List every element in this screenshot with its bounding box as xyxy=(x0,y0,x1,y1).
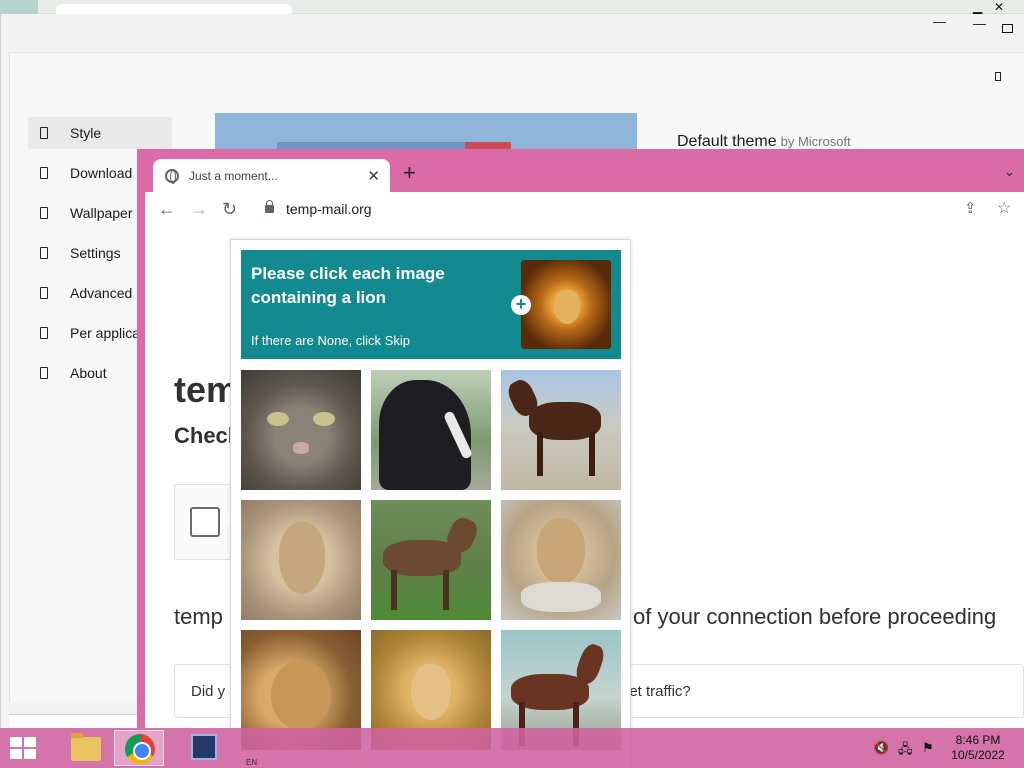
advanced-icon xyxy=(40,287,48,299)
background-window-strip xyxy=(0,0,1024,14)
sidebar-item-label: Per applica xyxy=(70,325,141,341)
captcha-prompt: Please click each image containing a lio… xyxy=(251,264,445,307)
verify-checkbox[interactable] xyxy=(190,507,220,537)
language-indicator[interactable]: EN xyxy=(246,758,257,767)
taskbar xyxy=(0,728,1024,768)
tab-just-a-moment[interactable]: Just a moment... ✕ xyxy=(153,159,390,192)
horizontal-scrollbar[interactable] xyxy=(9,714,137,728)
background-tab xyxy=(0,0,38,14)
captcha-tile-brown-horse[interactable] xyxy=(501,370,621,490)
maximize-icon[interactable] xyxy=(1002,24,1013,33)
address-bar[interactable]: temp-mail.org xyxy=(286,201,372,217)
chrome-taskbar-button[interactable] xyxy=(114,730,164,766)
per-application-icon xyxy=(40,327,48,339)
network-icon[interactable]: 🖧 xyxy=(898,740,913,762)
theme-author: by Microsoft xyxy=(780,134,851,149)
window-icon xyxy=(995,72,1001,81)
page-text-right: of your connection before proceeding xyxy=(633,604,997,629)
captcha-tile-lioness[interactable] xyxy=(241,500,361,620)
minimize-icon[interactable]: — xyxy=(933,14,946,29)
file-explorer-button[interactable] xyxy=(56,730,106,766)
theme-title: Default theme xyxy=(677,133,777,150)
bookmark-star-icon[interactable]: ☆ xyxy=(997,200,1011,218)
chevron-down-icon[interactable]: ⌄ xyxy=(1004,164,1015,180)
info-text-left: Did y xyxy=(191,683,226,700)
action-center-icon[interactable]: ⚑ xyxy=(922,740,934,756)
captcha-sample-image xyxy=(521,260,611,349)
volume-muted-icon[interactable]: 🔇 xyxy=(873,740,889,756)
clock-date: 10/5/2022 xyxy=(951,748,1005,762)
globe-icon xyxy=(165,168,179,184)
background-address-bar xyxy=(56,4,292,14)
lock-icon[interactable] xyxy=(265,200,274,213)
captcha-tile-black-horse[interactable] xyxy=(371,370,491,490)
wallpaper-icon xyxy=(40,207,48,219)
system-clock[interactable]: 8:46 PM 10/5/2022 xyxy=(948,733,1008,763)
minimize-icon[interactable]: ▁ xyxy=(973,1,982,13)
sidebar-item-label: Style xyxy=(70,125,102,141)
settings-titlebar xyxy=(1,14,1024,52)
windows-start-icon[interactable] xyxy=(10,737,38,761)
style-icon xyxy=(40,127,48,139)
new-tab-button[interactable]: + xyxy=(403,162,416,184)
sidebar-item-label: About xyxy=(70,365,107,381)
back-arrow-icon[interactable]: ← xyxy=(158,200,176,218)
sidebar-item-label: Download xyxy=(70,165,133,181)
sidebar-item-label: Advanced xyxy=(70,285,133,301)
app-taskbar-button[interactable] xyxy=(178,730,228,766)
captcha-tile-cat[interactable] xyxy=(241,370,361,490)
forward-arrow-icon[interactable]: → xyxy=(190,200,208,218)
close-icon[interactable]: ✕ xyxy=(994,1,1004,13)
captcha-header: Please click each image containing a lio… xyxy=(241,250,621,359)
captcha-challenge: Please click each image containing a lio… xyxy=(230,239,631,768)
folder-icon xyxy=(71,733,101,761)
app-icon xyxy=(191,734,217,760)
clock-time: 8:46 PM xyxy=(955,733,1001,747)
share-icon[interactable]: ⇪ xyxy=(964,200,977,218)
close-tab-icon[interactable]: ✕ xyxy=(367,167,380,185)
sidebar-item-label: Settings xyxy=(70,245,121,261)
info-text-right: net traffic? xyxy=(621,683,691,700)
minimize-icon[interactable]: — xyxy=(973,16,986,31)
page-text-left: temp xyxy=(174,604,223,629)
chrome-icon xyxy=(125,734,155,764)
theme-preview[interactable] xyxy=(215,113,637,153)
captcha-tile-horse[interactable] xyxy=(371,500,491,620)
tab-title: Just a moment... xyxy=(189,168,278,183)
reload-icon[interactable]: ↻ xyxy=(222,200,237,218)
sidebar-item-label: Wallpaper xyxy=(70,205,133,221)
download-icon xyxy=(40,167,48,179)
captcha-subtext: If there are None, click Skip xyxy=(251,333,410,348)
page-heading: tem xyxy=(174,369,239,410)
sidebar-item-style[interactable]: Style xyxy=(28,117,172,149)
about-icon xyxy=(40,367,48,379)
captcha-tile-lioness[interactable] xyxy=(501,500,621,620)
expand-sample-icon[interactable]: + xyxy=(511,295,531,315)
settings-icon xyxy=(40,247,48,259)
browser-toolbar: ← → ↻ temp-mail.org ⇪ ☆ xyxy=(145,192,1024,228)
